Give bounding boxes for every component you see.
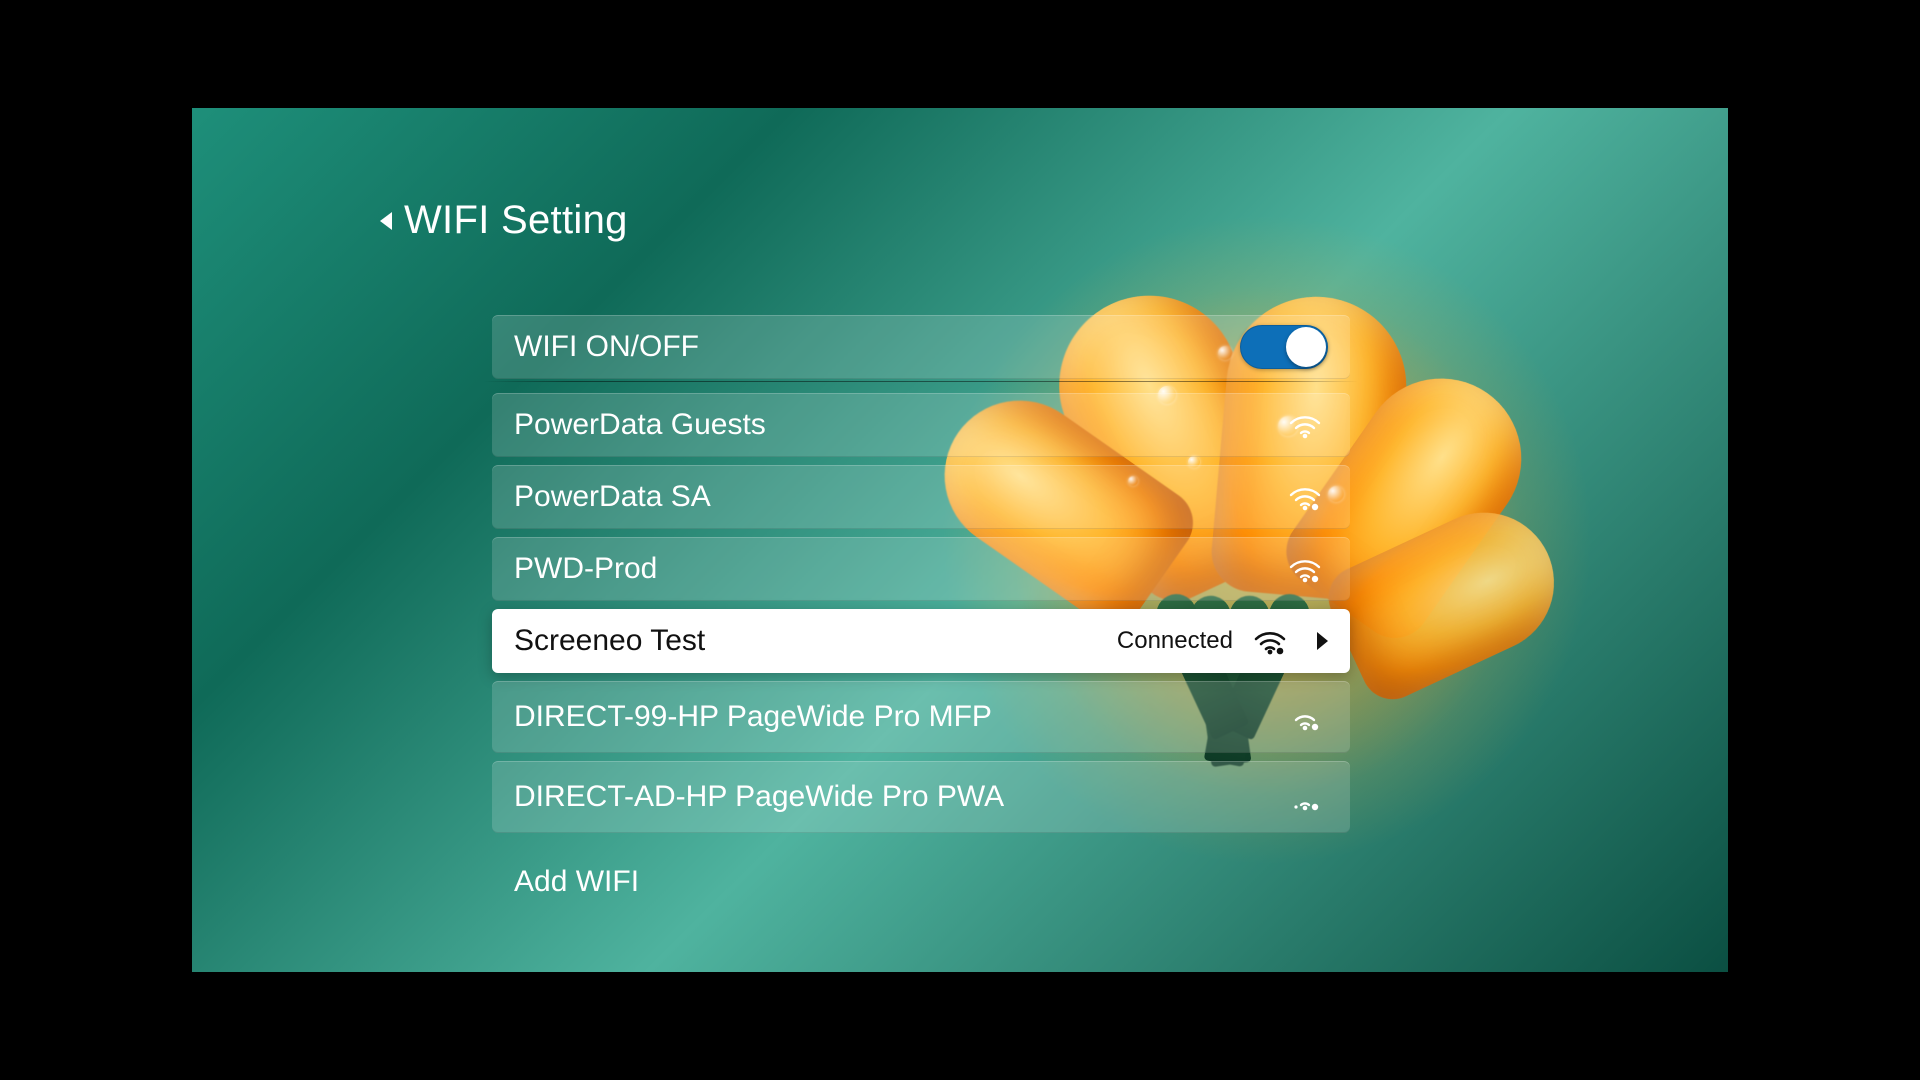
wifi-signal-secured-icon <box>1288 483 1322 511</box>
add-wifi-label: Add WIFI <box>514 865 639 898</box>
wifi-toggle-switch[interactable] <box>1240 325 1328 369</box>
network-ssid: PowerData SA <box>514 480 711 514</box>
wifi-signal-icon <box>1288 411 1322 439</box>
wifi-toggle-row[interactable]: WIFI ON/OFF <box>492 315 1350 379</box>
wifi-signal-secured-icon <box>1288 783 1322 811</box>
network-status: Connected <box>1117 627 1233 655</box>
network-row-selected[interactable]: Screeneo Test Connected <box>492 609 1350 673</box>
network-row[interactable]: PowerData Guests <box>492 393 1350 457</box>
header-back[interactable]: WIFI Setting <box>192 198 1728 243</box>
toggle-knob <box>1286 327 1326 367</box>
wifi-toggle-label: WIFI ON/OFF <box>514 330 699 364</box>
wifi-signal-secured-icon <box>1288 703 1322 731</box>
wifi-panel: WIFI ON/OFF PowerData Guests PowerData S… <box>492 315 1350 899</box>
wifi-signal-secured-icon <box>1288 555 1322 583</box>
network-ssid: DIRECT-AD-HP PageWide Pro PWA <box>514 781 1004 813</box>
chevron-right-icon <box>1317 632 1328 650</box>
wifi-signal-secured-icon <box>1253 627 1287 655</box>
screen: WIFI Setting WIFI ON/OFF PowerData Guest… <box>192 108 1728 972</box>
add-wifi-button[interactable]: Add WIFI <box>492 841 1350 899</box>
network-ssid: Screeneo Test <box>514 624 705 658</box>
network-row[interactable]: PWD-Prod <box>492 537 1350 601</box>
chevron-left-icon <box>380 212 392 230</box>
network-ssid: DIRECT-99-HP PageWide Pro MFP <box>514 701 992 733</box>
network-row[interactable]: DIRECT-99-HP PageWide Pro MFP <box>492 681 1350 753</box>
network-row[interactable]: PowerData SA <box>492 465 1350 529</box>
network-row[interactable]: DIRECT-AD-HP PageWide Pro PWA <box>492 761 1350 833</box>
page-title: WIFI Setting <box>404 198 628 243</box>
network-ssid: PWD-Prod <box>514 552 657 586</box>
network-ssid: PowerData Guests <box>514 408 766 442</box>
